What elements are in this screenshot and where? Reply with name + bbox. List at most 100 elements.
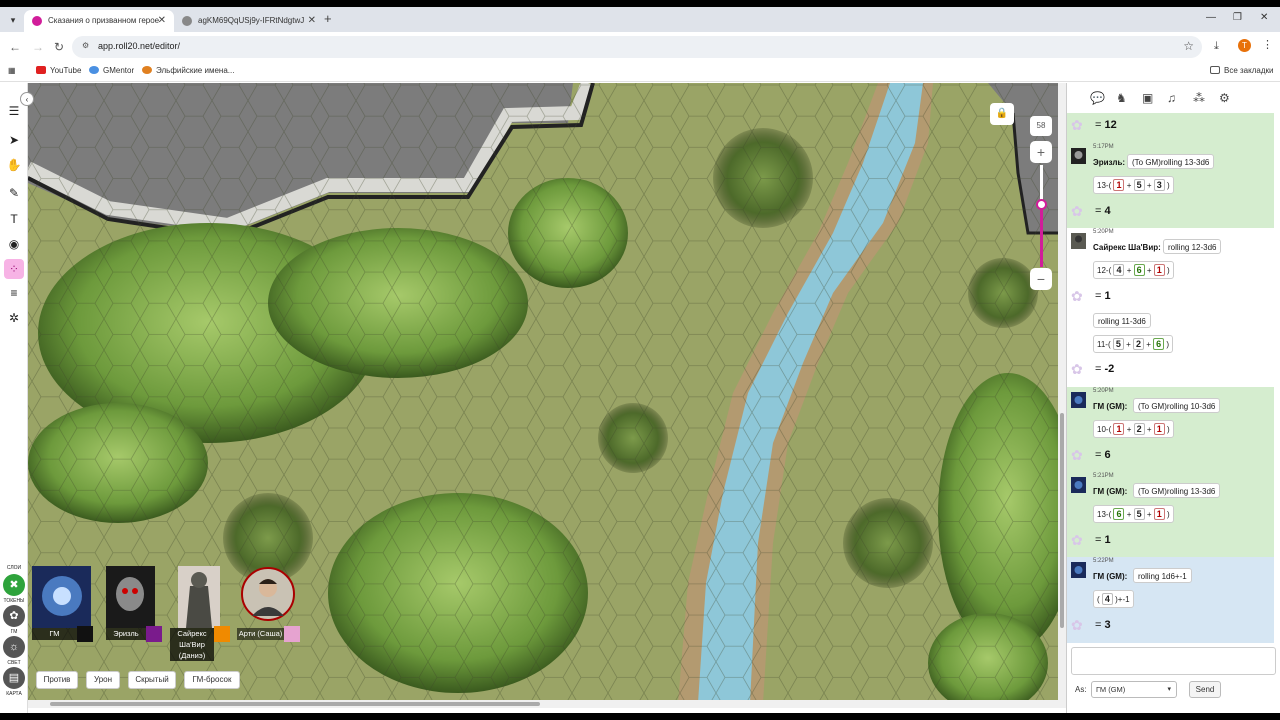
macro-button[interactable]: ГМ-бросок (184, 671, 240, 689)
site-info-icon[interactable]: ⚙ (82, 41, 89, 50)
player-color-swatch[interactable] (146, 626, 162, 642)
pan-hand-icon[interactable]: ✋ (4, 155, 24, 175)
sender-name: Сайрекс Ша'Вир: (1093, 243, 1161, 252)
chevron-down-icon: ▾ (1167, 686, 1171, 693)
dice-icon[interactable]: ✲ (4, 308, 24, 328)
browser-menu-icon[interactable]: ⋮ (1262, 38, 1273, 51)
zoom-level: 58 (1030, 116, 1052, 136)
sayreks-avatar (178, 566, 220, 628)
dice-result-icon: ✿ (1071, 361, 1083, 377)
dice-result-icon: ✿ (1071, 617, 1083, 633)
horizontal-scrollbar[interactable] (28, 700, 1058, 708)
close-tab-icon[interactable]: ✕ (158, 10, 166, 32)
die: 3 (1153, 179, 1165, 191)
die: 6 (1133, 264, 1145, 276)
turn-order-icon[interactable]: ≡ (4, 283, 24, 303)
die: 5 (1133, 508, 1145, 520)
maximize-icon[interactable]: ❐ (1233, 12, 1242, 23)
compendium-tab-icon[interactable]: ⁂ (1193, 91, 1205, 105)
draw-brush-icon[interactable]: ✎ (4, 183, 24, 203)
youtube-icon (36, 66, 46, 74)
tab-roll20[interactable]: Сказания о призванном герое ✕ (24, 10, 174, 32)
player-color-swatch[interactable] (77, 626, 93, 642)
chat-tab-icon[interactable]: 💬 (1090, 91, 1105, 105)
tokens-layer-button[interactable]: ✖ (3, 574, 25, 596)
scroll-thumb[interactable] (50, 702, 540, 706)
timestamp: 5:20PM (1093, 388, 1114, 394)
dice-breakdown: 12-( 4 + 6 + 1 ) (1093, 261, 1174, 279)
macro-button[interactable]: Против (36, 671, 78, 689)
profile-avatar[interactable]: T (1238, 39, 1251, 52)
macro-button[interactable]: Скрытый (128, 671, 176, 689)
bookmark-gmentor[interactable]: GMentor (89, 66, 134, 75)
download-icon[interactable]: ⤓ (1214, 40, 1219, 53)
chat-message: 5:17PM Эризль: (To GM)rolling 13-3d6 13-… (1067, 143, 1274, 228)
die: 2 (1133, 423, 1145, 435)
chat-log[interactable]: ✿ = 12 5:17PM Эризль: (To GM)rolling 13-… (1067, 113, 1274, 643)
chat-message: rolling 11-3d6 11-( 5 + 2 + 6 ) ✿ = -2 (1067, 313, 1274, 387)
tab-second[interactable]: agKM69QqUSj9y-IFRtNdgtwJ ✕ (174, 10, 324, 32)
lock-icon[interactable]: 🔒 (990, 103, 1014, 125)
zoom-slider-handle[interactable] (1036, 198, 1047, 210)
gm-label: ГМ (10, 629, 18, 635)
player-name: ГМ (32, 628, 77, 640)
chat-message: ✿ = 12 (1067, 113, 1274, 143)
timestamp: 5:21PM (1093, 473, 1114, 479)
reload-icon[interactable]: ↻ (54, 40, 64, 54)
tab-search-icon[interactable]: ▾ (5, 12, 21, 28)
roll-result: = 6 (1095, 449, 1111, 461)
zoom-out-button[interactable]: − (1030, 268, 1052, 290)
roll-formula: rolling 1d6+-1 (1133, 568, 1192, 583)
close-window-icon[interactable]: ✕ (1260, 12, 1268, 23)
url-field[interactable]: ⚙ app.roll20.net/editor/ ☆ (72, 36, 1202, 58)
chat-input[interactable] (1071, 647, 1276, 675)
page-favicon-icon (182, 16, 192, 26)
close-tab-icon[interactable]: ✕ (308, 10, 316, 32)
chat-message: 5:20PM Сайрекс Ша'Вир: rolling 12-3d6 12… (1067, 228, 1274, 313)
macro-button[interactable]: Урон (86, 671, 120, 689)
settings-gear-icon[interactable]: ⚙ (1219, 91, 1230, 105)
back-icon[interactable]: ← (9, 40, 21, 54)
collapse-toolbar-icon[interactable]: ‹ (20, 92, 34, 106)
art-library-tab-icon[interactable]: ♞ (1116, 91, 1127, 105)
zoom-slider[interactable] (1036, 165, 1047, 267)
menu-icon[interactable]: ☰ (4, 101, 24, 121)
all-bookmarks[interactable]: Все закладки (1210, 66, 1273, 75)
sender-name: ГМ (GM): (1093, 572, 1128, 581)
fog-eye-icon[interactable]: ◉ (4, 234, 24, 254)
roll20-editor: ☰ ➤ ✋ ✎ T ◉ ⁘ ≡ ✲ СЛОИ ✖ ТОКЕНЫ ✿ ГМ ☼ С… (0, 83, 1280, 713)
roll-result: = 12 (1095, 119, 1117, 131)
light-layer-button[interactable]: ☼ (3, 636, 25, 658)
jukebox-tab-icon[interactable]: ♫ (1167, 91, 1176, 105)
text-tool-icon[interactable]: T (4, 209, 24, 229)
player-color-swatch[interactable] (284, 626, 300, 642)
measure-ruler-icon[interactable]: ⁘ (4, 259, 24, 279)
browser-window: ▾ Сказания о призванном герое ✕ agKM69Qq… (0, 7, 1280, 713)
speaking-as-select[interactable]: ГМ (GM) ▾ (1091, 681, 1177, 698)
light-label: СВЕТ (7, 660, 21, 666)
send-button[interactable]: Send (1189, 681, 1221, 698)
minimize-icon[interactable]: — (1206, 12, 1216, 23)
timestamp: 5:17PM (1093, 144, 1114, 150)
apps-grid-icon[interactable]: ▦ (8, 66, 16, 75)
bookmark-elf-names[interactable]: Эльфийские имена... (142, 66, 234, 75)
die: 6 (1113, 508, 1125, 520)
scroll-thumb[interactable] (1060, 413, 1064, 628)
bookmark-youtube[interactable]: YouTube (36, 66, 81, 75)
gm-layer-button[interactable]: ✿ (3, 605, 25, 627)
select-tool-icon[interactable]: ➤ (4, 130, 24, 150)
bookmarks-bar: ▦ YouTube GMentor Эльфийские имена... Вс… (0, 62, 1280, 82)
chat-message: 5:20PM ГМ (GM): (To GM)rolling 10-3d6 10… (1067, 387, 1274, 472)
zoom-in-button[interactable]: + (1030, 141, 1052, 163)
dice-breakdown: 13-( 1 + 5 + 3 ) (1093, 176, 1174, 194)
journal-tab-icon[interactable]: ▣ (1142, 91, 1153, 105)
sender-name: ГМ (GM): (1093, 487, 1128, 496)
new-tab-button[interactable]: + (324, 11, 332, 26)
vertical-scrollbar[interactable] (1058, 83, 1066, 708)
roll-result: = 4 (1095, 205, 1111, 217)
bookmark-star-icon[interactable]: ☆ (1183, 39, 1194, 53)
arti-avatar (241, 567, 295, 621)
map-layer-button[interactable]: ▤ (3, 667, 25, 689)
forward-icon[interactable]: → (32, 40, 44, 54)
player-color-swatch[interactable] (214, 626, 230, 642)
